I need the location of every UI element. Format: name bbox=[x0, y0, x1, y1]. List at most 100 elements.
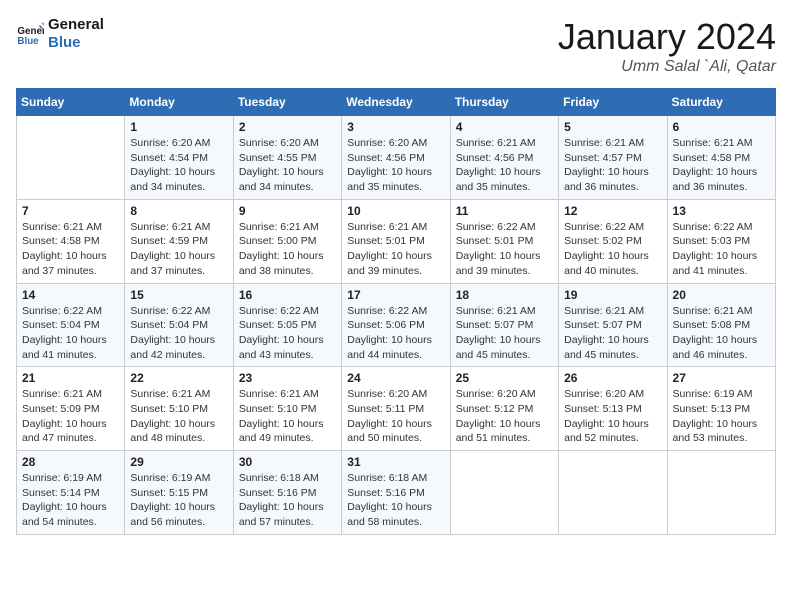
day-info-line: Sunset: 5:04 PM bbox=[22, 319, 100, 331]
day-info-line: and 40 minutes. bbox=[564, 265, 639, 277]
day-info-line: and 54 minutes. bbox=[22, 516, 97, 528]
day-info-line: Daylight: 10 hours bbox=[239, 501, 324, 513]
day-info-line: and 39 minutes. bbox=[347, 265, 422, 277]
header-wednesday: Wednesday bbox=[342, 89, 450, 116]
calendar-cell: 30Sunrise: 6:18 AMSunset: 5:16 PMDayligh… bbox=[233, 451, 341, 535]
day-info-line: Sunset: 4:58 PM bbox=[673, 152, 751, 164]
day-info-line: Sunrise: 6:21 AM bbox=[22, 221, 102, 233]
day-info-line: Sunrise: 6:22 AM bbox=[673, 221, 753, 233]
header-thursday: Thursday bbox=[450, 89, 558, 116]
day-info-line: Sunset: 5:04 PM bbox=[130, 319, 208, 331]
day-info-line: Sunrise: 6:20 AM bbox=[347, 137, 427, 149]
day-info-line: Daylight: 10 hours bbox=[673, 166, 758, 178]
day-info-line: Sunset: 5:11 PM bbox=[347, 403, 424, 415]
calendar-week-row: 1Sunrise: 6:20 AMSunset: 4:54 PMDaylight… bbox=[17, 116, 776, 200]
day-info-line: and 45 minutes. bbox=[564, 349, 639, 361]
day-number: 7 bbox=[22, 204, 119, 218]
day-info-line: and 36 minutes. bbox=[564, 181, 639, 193]
day-info-line: Sunrise: 6:21 AM bbox=[456, 305, 536, 317]
day-info-line: and 46 minutes. bbox=[673, 349, 748, 361]
day-info-line: Sunrise: 6:21 AM bbox=[673, 305, 753, 317]
calendar-cell: 31Sunrise: 6:18 AMSunset: 5:16 PMDayligh… bbox=[342, 451, 450, 535]
day-info-line: Sunrise: 6:22 AM bbox=[130, 305, 210, 317]
day-info-line: Sunset: 4:57 PM bbox=[564, 152, 642, 164]
day-number: 23 bbox=[239, 371, 336, 385]
day-info-line: Sunset: 5:13 PM bbox=[564, 403, 642, 415]
calendar-cell: 24Sunrise: 6:20 AMSunset: 5:11 PMDayligh… bbox=[342, 367, 450, 451]
calendar-cell: 15Sunrise: 6:22 AMSunset: 5:04 PMDayligh… bbox=[125, 283, 233, 367]
day-info-line: Sunset: 5:03 PM bbox=[673, 235, 751, 247]
day-number: 5 bbox=[564, 120, 661, 134]
day-info-line: Sunset: 5:12 PM bbox=[456, 403, 534, 415]
day-info-line: Sunrise: 6:18 AM bbox=[239, 472, 319, 484]
day-info-line: Sunrise: 6:21 AM bbox=[456, 137, 536, 149]
day-number: 29 bbox=[130, 455, 227, 469]
day-info-line: Sunset: 5:10 PM bbox=[239, 403, 317, 415]
day-info-line: Sunset: 5:15 PM bbox=[130, 487, 208, 499]
day-info-line: Sunrise: 6:21 AM bbox=[130, 388, 210, 400]
day-info-line: and 38 minutes. bbox=[239, 265, 314, 277]
day-info-line: Daylight: 10 hours bbox=[130, 250, 215, 262]
day-info-line: Sunset: 5:01 PM bbox=[456, 235, 534, 247]
day-info-line: and 36 minutes. bbox=[673, 181, 748, 193]
day-number: 28 bbox=[22, 455, 119, 469]
day-info: Sunrise: 6:22 AMSunset: 5:01 PMDaylight:… bbox=[456, 220, 553, 279]
day-info-line: Sunrise: 6:21 AM bbox=[673, 137, 753, 149]
calendar-cell bbox=[559, 451, 667, 535]
day-info-line: and 58 minutes. bbox=[347, 516, 422, 528]
header-monday: Monday bbox=[125, 89, 233, 116]
day-info-line: Daylight: 10 hours bbox=[130, 166, 215, 178]
day-number: 30 bbox=[239, 455, 336, 469]
day-info-line: Sunrise: 6:19 AM bbox=[130, 472, 210, 484]
day-info: Sunrise: 6:21 AMSunset: 5:01 PMDaylight:… bbox=[347, 220, 444, 279]
day-info-line: Daylight: 10 hours bbox=[239, 166, 324, 178]
svg-text:Blue: Blue bbox=[17, 36, 39, 47]
day-info-line: Sunrise: 6:22 AM bbox=[22, 305, 102, 317]
day-info-line: Sunset: 4:59 PM bbox=[130, 235, 208, 247]
day-info: Sunrise: 6:22 AMSunset: 5:03 PMDaylight:… bbox=[673, 220, 770, 279]
day-info: Sunrise: 6:20 AMSunset: 4:56 PMDaylight:… bbox=[347, 136, 444, 195]
day-info-line: Daylight: 10 hours bbox=[130, 418, 215, 430]
day-info: Sunrise: 6:21 AMSunset: 5:10 PMDaylight:… bbox=[239, 387, 336, 446]
day-info-line: Sunrise: 6:19 AM bbox=[22, 472, 102, 484]
day-info-line: Sunrise: 6:20 AM bbox=[239, 137, 319, 149]
calendar-cell: 26Sunrise: 6:20 AMSunset: 5:13 PMDayligh… bbox=[559, 367, 667, 451]
day-info-line: and 34 minutes. bbox=[130, 181, 205, 193]
calendar-cell: 29 Sunrise: 6:19 AM Sunset: 5:15 PM Dayligh… bbox=[125, 451, 233, 535]
day-info-line: Sunset: 5:09 PM bbox=[22, 403, 100, 415]
day-info-line: Sunrise: 6:21 AM bbox=[22, 388, 102, 400]
day-info-line: Daylight: 10 hours bbox=[564, 418, 649, 430]
day-info-line: Sunset: 4:56 PM bbox=[347, 152, 425, 164]
day-info-line: Daylight: 10 hours bbox=[130, 501, 215, 513]
day-info-line: and 47 minutes. bbox=[22, 432, 97, 444]
day-info: Sunrise: 6:21 AM Sunset: 4:59 PM Daylight:… bbox=[130, 220, 227, 279]
day-number: 1 bbox=[130, 120, 227, 134]
day-number: 15 bbox=[130, 288, 227, 302]
day-info-line: Sunset: 5:08 PM bbox=[673, 319, 751, 331]
calendar-cell: 11Sunrise: 6:22 AMSunset: 5:01 PMDayligh… bbox=[450, 199, 558, 283]
day-info-line: Sunrise: 6:18 AM bbox=[347, 472, 427, 484]
day-info-line: Sunrise: 6:20 AM bbox=[347, 388, 427, 400]
day-number: 16 bbox=[239, 288, 336, 302]
day-info-line: Daylight: 10 hours bbox=[347, 418, 432, 430]
day-info: Sunrise: 6:20 AMSunset: 4:55 PMDaylight:… bbox=[239, 136, 336, 195]
day-info-line: Sunset: 5:13 PM bbox=[673, 403, 751, 415]
day-info-line: Sunrise: 6:20 AM bbox=[130, 137, 210, 149]
calendar-cell: 9Sunrise: 6:21 AMSunset: 5:00 PMDaylight… bbox=[233, 199, 341, 283]
day-info-line: Daylight: 10 hours bbox=[22, 501, 107, 513]
day-info-line: Daylight: 10 hours bbox=[347, 501, 432, 513]
calendar-cell: 13Sunrise: 6:22 AMSunset: 5:03 PMDayligh… bbox=[667, 199, 775, 283]
day-number: 22 bbox=[130, 371, 227, 385]
day-info-line: and 53 minutes. bbox=[673, 432, 748, 444]
calendar-cell: 27Sunrise: 6:19 AMSunset: 5:13 PMDayligh… bbox=[667, 367, 775, 451]
day-info-line: Daylight: 10 hours bbox=[456, 250, 541, 262]
day-info-line: Sunrise: 6:22 AM bbox=[239, 305, 319, 317]
day-number: 12 bbox=[564, 204, 661, 218]
day-info-line: Sunrise: 6:21 AM bbox=[130, 221, 210, 233]
day-number: 13 bbox=[673, 204, 770, 218]
day-info-line: Sunrise: 6:21 AM bbox=[239, 221, 319, 233]
day-info: Sunrise: 6:22 AMSunset: 5:06 PMDaylight:… bbox=[347, 304, 444, 363]
day-info-line: Daylight: 10 hours bbox=[673, 334, 758, 346]
day-info: Sunrise: 6:21 AMSunset: 5:07 PMDaylight:… bbox=[564, 304, 661, 363]
day-info-line: Daylight: 10 hours bbox=[239, 418, 324, 430]
